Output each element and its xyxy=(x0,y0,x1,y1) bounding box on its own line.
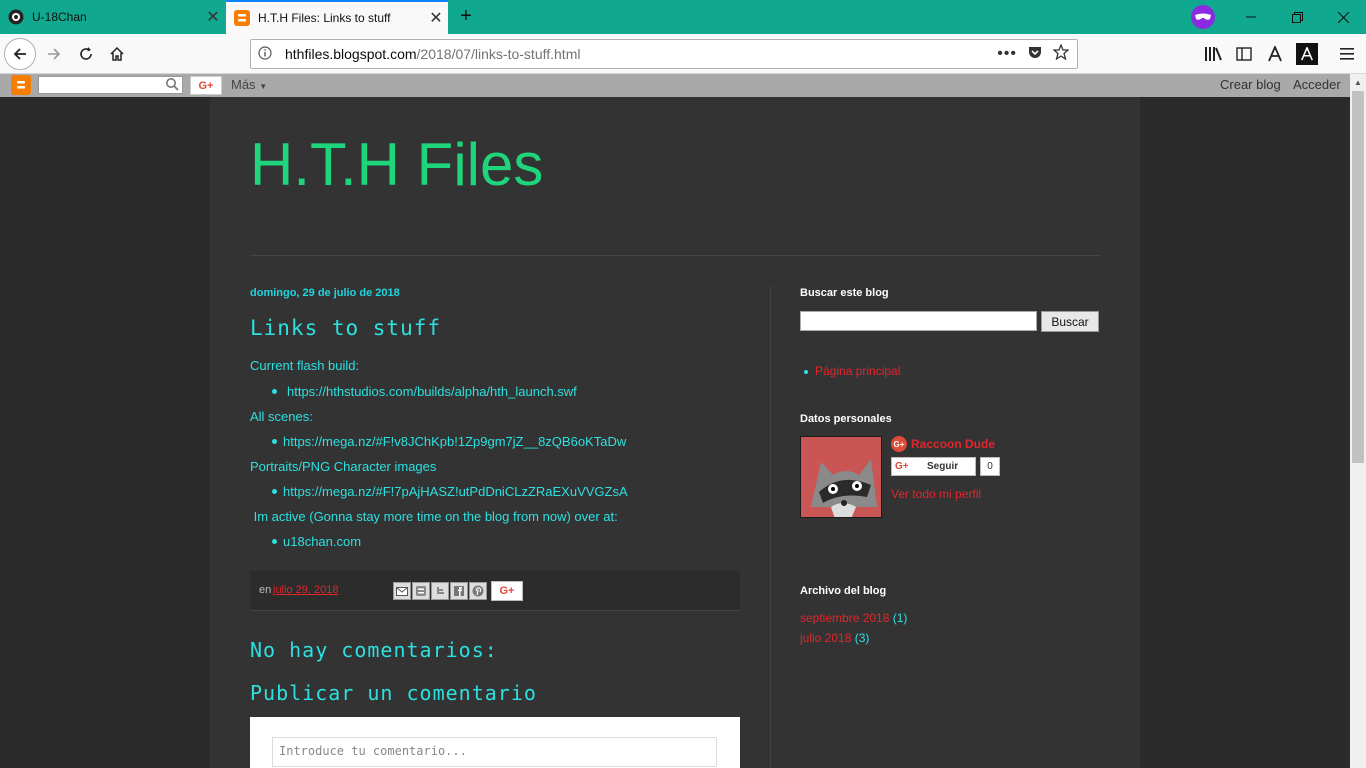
post-link[interactable]: https://mega.nz/#F!v8JChKpb!1Zp9gm7jZ__8… xyxy=(283,434,626,449)
home-button[interactable] xyxy=(101,38,133,70)
pinterest-share-icon[interactable] xyxy=(469,582,487,600)
blog-search-input[interactable] xyxy=(800,311,1037,331)
more-label: Más xyxy=(231,77,256,92)
chevron-down-icon: ▼ xyxy=(259,82,268,91)
post-title[interactable]: Links to stuff xyxy=(250,316,441,340)
home-page-link[interactable]: Página principal xyxy=(815,364,900,378)
no-comments-heading: No hay comentarios: xyxy=(250,638,498,662)
blogger-search-input[interactable] xyxy=(38,76,183,94)
section-heading: All scenes: xyxy=(250,409,313,424)
minimize-button[interactable] xyxy=(1228,0,1274,34)
archive-link[interactable]: julio 2018 xyxy=(800,631,851,645)
more-menu[interactable]: Más ▼ xyxy=(231,77,267,92)
column-divider xyxy=(770,286,771,768)
sign-in-link[interactable]: Acceder xyxy=(1293,77,1341,92)
archive-widget-title: Archivo del blog xyxy=(800,585,887,597)
url-host: hthfiles.blogspot.com xyxy=(285,46,417,62)
gplus-icon: G+ xyxy=(891,436,907,452)
profile-widget-title: Datos personales xyxy=(800,413,892,425)
new-tab-button[interactable]: + xyxy=(452,4,480,30)
bookmark-star-icon[interactable] xyxy=(1052,43,1070,63)
post-footer: en julio 29, 2018 G+ xyxy=(250,571,740,611)
view-profile-link[interactable]: Ver todo mi perfil xyxy=(891,487,981,501)
twitter-share-icon[interactable] xyxy=(431,582,449,600)
facebook-share-icon[interactable] xyxy=(450,582,468,600)
archive-item: julio 2018 (3) xyxy=(800,631,869,645)
close-window-button[interactable] xyxy=(1320,0,1366,34)
archive-count: (1) xyxy=(892,611,908,625)
u18chan-favicon-icon xyxy=(8,9,24,25)
search-icon[interactable] xyxy=(165,77,181,93)
reader-font-icon[interactable] xyxy=(1264,43,1286,65)
tab-u18chan[interactable]: U-18Chan ✕ xyxy=(0,0,225,34)
reload-button[interactable] xyxy=(70,38,102,70)
restore-button[interactable] xyxy=(1274,0,1320,34)
post-link[interactable]: u18chan.com xyxy=(283,534,361,549)
tab-title: H.T.H Files: Links to stuff xyxy=(258,11,391,25)
section-heading: Portraits/PNG Character images xyxy=(250,459,437,474)
menu-hamburger-icon[interactable] xyxy=(1336,43,1358,65)
post-comment-heading: Publicar un comentario xyxy=(250,681,537,705)
tab-close-icon[interactable]: ✕ xyxy=(201,7,225,27)
post-link[interactable]: https://hthstudios.com/builds/alpha/hth_… xyxy=(287,384,577,399)
post-timestamp-link[interactable]: julio 29, 2018 xyxy=(273,584,338,596)
archive-link[interactable]: septiembre 2018 xyxy=(800,611,889,625)
gplus-icon: G+ xyxy=(895,461,909,472)
bullet-icon xyxy=(804,370,808,374)
bullet-icon xyxy=(272,389,277,394)
private-browsing-mask-icon xyxy=(1191,5,1215,29)
section-heading: Im active (Gonna stay more time on the b… xyxy=(250,509,618,524)
post-link[interactable]: https://mega.nz/#F!7pAjHASZ!utPdDniCLzZR… xyxy=(283,484,628,499)
sidebar-toggle-icon[interactable] xyxy=(1233,43,1255,65)
address-bar[interactable]: hthfiles.blogspot.com/2018/07/links-to-s… xyxy=(250,39,1078,69)
create-blog-link[interactable]: Crear blog xyxy=(1220,77,1281,92)
scrollbar-thumb[interactable] xyxy=(1352,91,1364,463)
bullet-icon xyxy=(272,439,277,444)
search-button[interactable]: Buscar xyxy=(1041,311,1099,332)
vertical-scrollbar[interactable]: ▲ xyxy=(1350,74,1366,768)
forward-button[interactable] xyxy=(38,38,70,70)
blogthis-share-icon[interactable] xyxy=(412,582,430,600)
email-share-icon[interactable] xyxy=(393,582,411,600)
search-widget-title: Buscar este blog xyxy=(800,287,889,299)
comment-input[interactable]: Introduce tu comentario... xyxy=(272,737,717,767)
back-button[interactable] xyxy=(4,38,36,70)
follow-label: Seguir xyxy=(927,461,959,472)
bullet-icon xyxy=(272,489,277,494)
gplus-share-button[interactable]: G+ xyxy=(190,76,222,95)
blogger-logo-icon[interactable] xyxy=(11,75,31,95)
bullet-icon xyxy=(272,539,277,544)
tab-close-icon[interactable]: ✕ xyxy=(424,8,448,28)
extension-a-icon[interactable] xyxy=(1296,43,1318,65)
tab-title: U-18Chan xyxy=(32,10,87,24)
blog-title[interactable]: H.T.H Files xyxy=(250,130,543,199)
post-date: domingo, 29 de julio de 2018 xyxy=(250,287,400,299)
profile-name-link[interactable]: Raccoon Dude xyxy=(911,437,995,451)
avatar[interactable] xyxy=(800,436,882,518)
comment-form: Introduce tu comentario... xyxy=(250,717,740,768)
scroll-up-icon[interactable]: ▲ xyxy=(1354,78,1362,87)
follow-button[interactable]: G+ Seguir xyxy=(891,457,976,476)
tab-hth-files[interactable]: H.T.H Files: Links to stuff ✕ xyxy=(226,0,448,34)
header-divider xyxy=(250,255,1100,256)
pocket-icon[interactable] xyxy=(1027,44,1043,63)
archive-count: (3) xyxy=(854,631,870,645)
page-actions-icon[interactable]: ••• xyxy=(997,45,1017,63)
section-heading: Current flash build: xyxy=(250,358,360,373)
gplus-share-button[interactable]: G+ xyxy=(491,581,523,601)
posted-on-label: en xyxy=(259,584,272,596)
url-path: /2018/07/links-to-stuff.html xyxy=(416,46,581,62)
tab-strip: U-18Chan ✕ H.T.H Files: Links to stuff ✕… xyxy=(0,0,1366,34)
archive-item: septiembre 2018 (1) xyxy=(800,611,907,625)
follower-count: 0 xyxy=(980,457,1000,476)
blogger-favicon-icon xyxy=(234,10,250,26)
library-icon[interactable] xyxy=(1202,43,1224,65)
blogger-navbar: G+ Más ▼ Crear blog Acceder xyxy=(0,74,1350,97)
site-info-icon[interactable] xyxy=(251,45,279,63)
navigation-toolbar: hthfiles.blogspot.com/2018/07/links-to-s… xyxy=(0,34,1366,74)
